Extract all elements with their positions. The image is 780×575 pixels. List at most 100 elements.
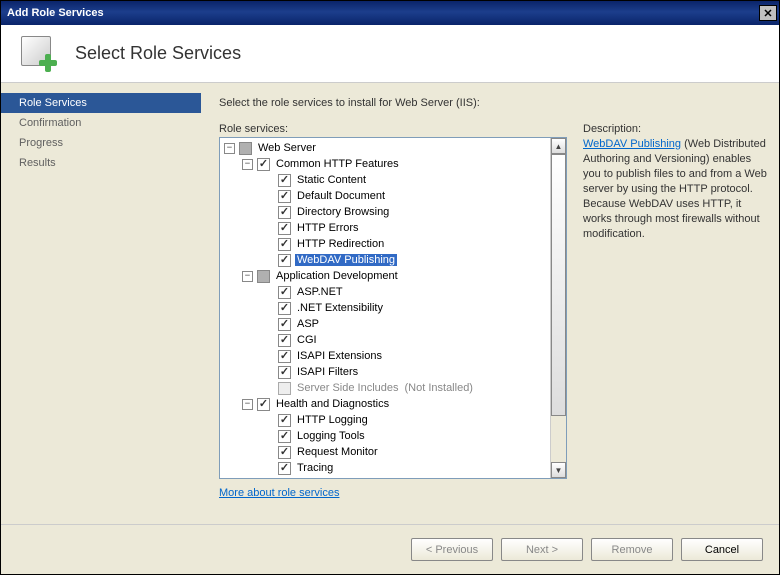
window-title: Add Role Services xyxy=(7,7,759,19)
tree-node: Server Side Includes (Not Installed) xyxy=(224,380,550,396)
titlebar[interactable]: Add Role Services ✕ xyxy=(1,1,779,25)
close-button[interactable]: ✕ xyxy=(759,5,777,21)
tree-label[interactable]: Logging Tools xyxy=(295,430,367,442)
more-about-link[interactable]: More about role services xyxy=(219,487,567,499)
tree-node: − Common HTTP Features xyxy=(224,156,550,172)
tree-node: − Application Development xyxy=(224,268,550,284)
checkbox[interactable] xyxy=(257,158,270,171)
tree-label[interactable]: Tracing xyxy=(295,462,335,474)
checkbox[interactable] xyxy=(278,366,291,379)
tree-node: Logging Tools xyxy=(224,428,550,444)
tree-label[interactable]: Application Development xyxy=(274,270,400,282)
checkbox[interactable] xyxy=(278,190,291,203)
tree-label[interactable]: ISAPI Filters xyxy=(295,366,360,378)
checkbox[interactable] xyxy=(239,142,252,155)
description-link[interactable]: WebDAV Publishing xyxy=(583,138,681,150)
close-icon: ✕ xyxy=(763,7,772,20)
main-area: Role ServicesConfirmationProgressResults… xyxy=(1,83,779,524)
tree-node: ASP.NET xyxy=(224,284,550,300)
role-services-tree: −Web Server−Common HTTP FeaturesStatic C… xyxy=(219,137,567,479)
checkbox[interactable] xyxy=(278,174,291,187)
checkbox[interactable] xyxy=(278,286,291,299)
tree-label[interactable]: Server Side Includes xyxy=(295,382,401,394)
checkbox[interactable] xyxy=(278,334,291,347)
tree-label[interactable]: HTTP Redirection xyxy=(295,238,386,250)
checkbox[interactable] xyxy=(278,350,291,363)
collapse-icon[interactable]: − xyxy=(242,399,253,410)
nav-item-progress[interactable]: Progress xyxy=(1,133,201,153)
checkbox[interactable] xyxy=(278,430,291,443)
scroll-up-button[interactable]: ▲ xyxy=(551,138,566,154)
checkbox[interactable] xyxy=(257,398,270,411)
tree-label[interactable]: ISAPI Extensions xyxy=(295,350,384,362)
checkbox[interactable] xyxy=(278,462,291,475)
checkbox[interactable] xyxy=(278,446,291,459)
collapse-icon[interactable]: − xyxy=(224,143,235,154)
tree-node: HTTP Redirection xyxy=(224,236,550,252)
tree-label[interactable]: ASP.NET xyxy=(295,286,345,298)
tree-node: .NET Extensibility xyxy=(224,300,550,316)
tree-node: Request Monitor xyxy=(224,444,550,460)
checkbox[interactable] xyxy=(278,206,291,219)
button-bar: < Previous Next > Remove Cancel xyxy=(1,524,779,574)
nav-item-results[interactable]: Results xyxy=(1,153,201,173)
tree-node: Default Document xyxy=(224,188,550,204)
checkbox[interactable] xyxy=(278,254,291,267)
install-hint: (Not Installed) xyxy=(405,382,473,394)
tree-node: HTTP Errors xyxy=(224,220,550,236)
header-panel: Select Role Services xyxy=(1,25,779,83)
description-label: Description: xyxy=(583,123,767,135)
tree-label[interactable]: HTTP Logging xyxy=(295,414,370,426)
plus-icon xyxy=(39,54,59,74)
tree-node: CGI xyxy=(224,332,550,348)
tree-node: − Health and Diagnostics xyxy=(224,396,550,412)
tree-label[interactable]: Static Content xyxy=(295,174,368,186)
wizard-nav: Role ServicesConfirmationProgressResults xyxy=(1,83,201,524)
tree-label[interactable]: HTTP Errors xyxy=(295,222,361,234)
tree-node: WebDAV Publishing xyxy=(224,252,550,268)
description-text: WebDAV Publishing (Web Distributed Autho… xyxy=(583,137,767,242)
content-pane: Select the role services to install for … xyxy=(201,83,779,524)
tree-label[interactable]: WebDAV Publishing xyxy=(295,254,397,266)
tree-node: Tracing xyxy=(224,460,550,476)
tree-label[interactable]: ASP xyxy=(295,318,321,330)
checkbox[interactable] xyxy=(278,414,291,427)
next-button[interactable]: Next > xyxy=(501,538,583,561)
scroll-down-button[interactable]: ▼ xyxy=(551,462,566,478)
tree-label[interactable]: .NET Extensibility xyxy=(295,302,385,314)
tree-label[interactable]: Health and Diagnostics xyxy=(274,398,391,410)
checkbox[interactable] xyxy=(257,270,270,283)
scroll-track[interactable] xyxy=(551,154,566,462)
tree-label[interactable]: Directory Browsing xyxy=(295,206,391,218)
tree-node: HTTP Logging xyxy=(224,412,550,428)
previous-button[interactable]: < Previous xyxy=(411,538,493,561)
remove-button[interactable]: Remove xyxy=(591,538,673,561)
tree-node: Directory Browsing xyxy=(224,204,550,220)
tree-node: ISAPI Extensions xyxy=(224,348,550,364)
description-body: (Web Distributed Authoring and Versionin… xyxy=(583,138,767,240)
tree-label[interactable]: Web Server xyxy=(256,142,318,154)
nav-item-role-services[interactable]: Role Services xyxy=(1,93,201,113)
checkbox[interactable] xyxy=(278,302,291,315)
checkbox[interactable] xyxy=(278,238,291,251)
scroll-thumb[interactable] xyxy=(551,154,566,416)
checkbox xyxy=(278,382,291,395)
tree-label: Role services: xyxy=(219,123,567,135)
tree-label[interactable]: Default Document xyxy=(295,190,387,202)
instruction-text: Select the role services to install for … xyxy=(219,97,767,109)
scrollbar[interactable]: ▲ ▼ xyxy=(550,138,566,478)
tree-node: ASP xyxy=(224,316,550,332)
tree-label[interactable]: Common HTTP Features xyxy=(274,158,401,170)
collapse-icon[interactable]: − xyxy=(242,159,253,170)
tree-node: ISAPI Filters xyxy=(224,364,550,380)
page-title: Select Role Services xyxy=(75,43,241,64)
nav-item-confirmation[interactable]: Confirmation xyxy=(1,113,201,133)
cancel-button[interactable]: Cancel xyxy=(681,538,763,561)
tree-label[interactable]: CGI xyxy=(295,334,319,346)
collapse-icon[interactable]: − xyxy=(242,271,253,282)
tree-label[interactable]: Request Monitor xyxy=(295,446,380,458)
wizard-logo xyxy=(19,34,59,74)
checkbox[interactable] xyxy=(278,318,291,331)
checkbox[interactable] xyxy=(278,222,291,235)
tree-node: − Web Server xyxy=(224,140,550,156)
